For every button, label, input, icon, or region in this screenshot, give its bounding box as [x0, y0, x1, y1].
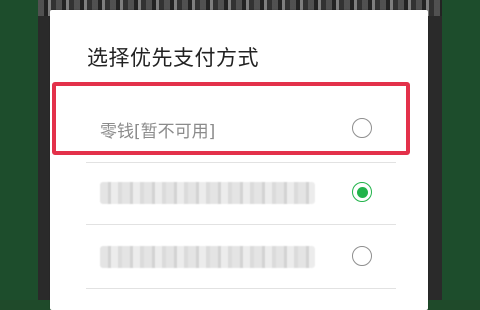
dialog-title: 选择优先支付方式: [87, 46, 259, 70]
obscured-card-name: [100, 182, 315, 204]
payment-method-dialog: 选择优先支付方式 零钱[暂不可用]: [50, 10, 428, 310]
payment-option-bank-card-1[interactable]: [50, 162, 428, 224]
radio-unselected-icon[interactable]: [352, 246, 372, 266]
option-divider: [86, 288, 396, 289]
annotation-highlight-box: [52, 82, 410, 155]
payment-option-bank-card-2[interactable]: [50, 226, 428, 288]
radio-selected-icon[interactable]: [352, 182, 372, 202]
obscured-card-name: [100, 246, 315, 268]
option-divider: [86, 224, 396, 225]
